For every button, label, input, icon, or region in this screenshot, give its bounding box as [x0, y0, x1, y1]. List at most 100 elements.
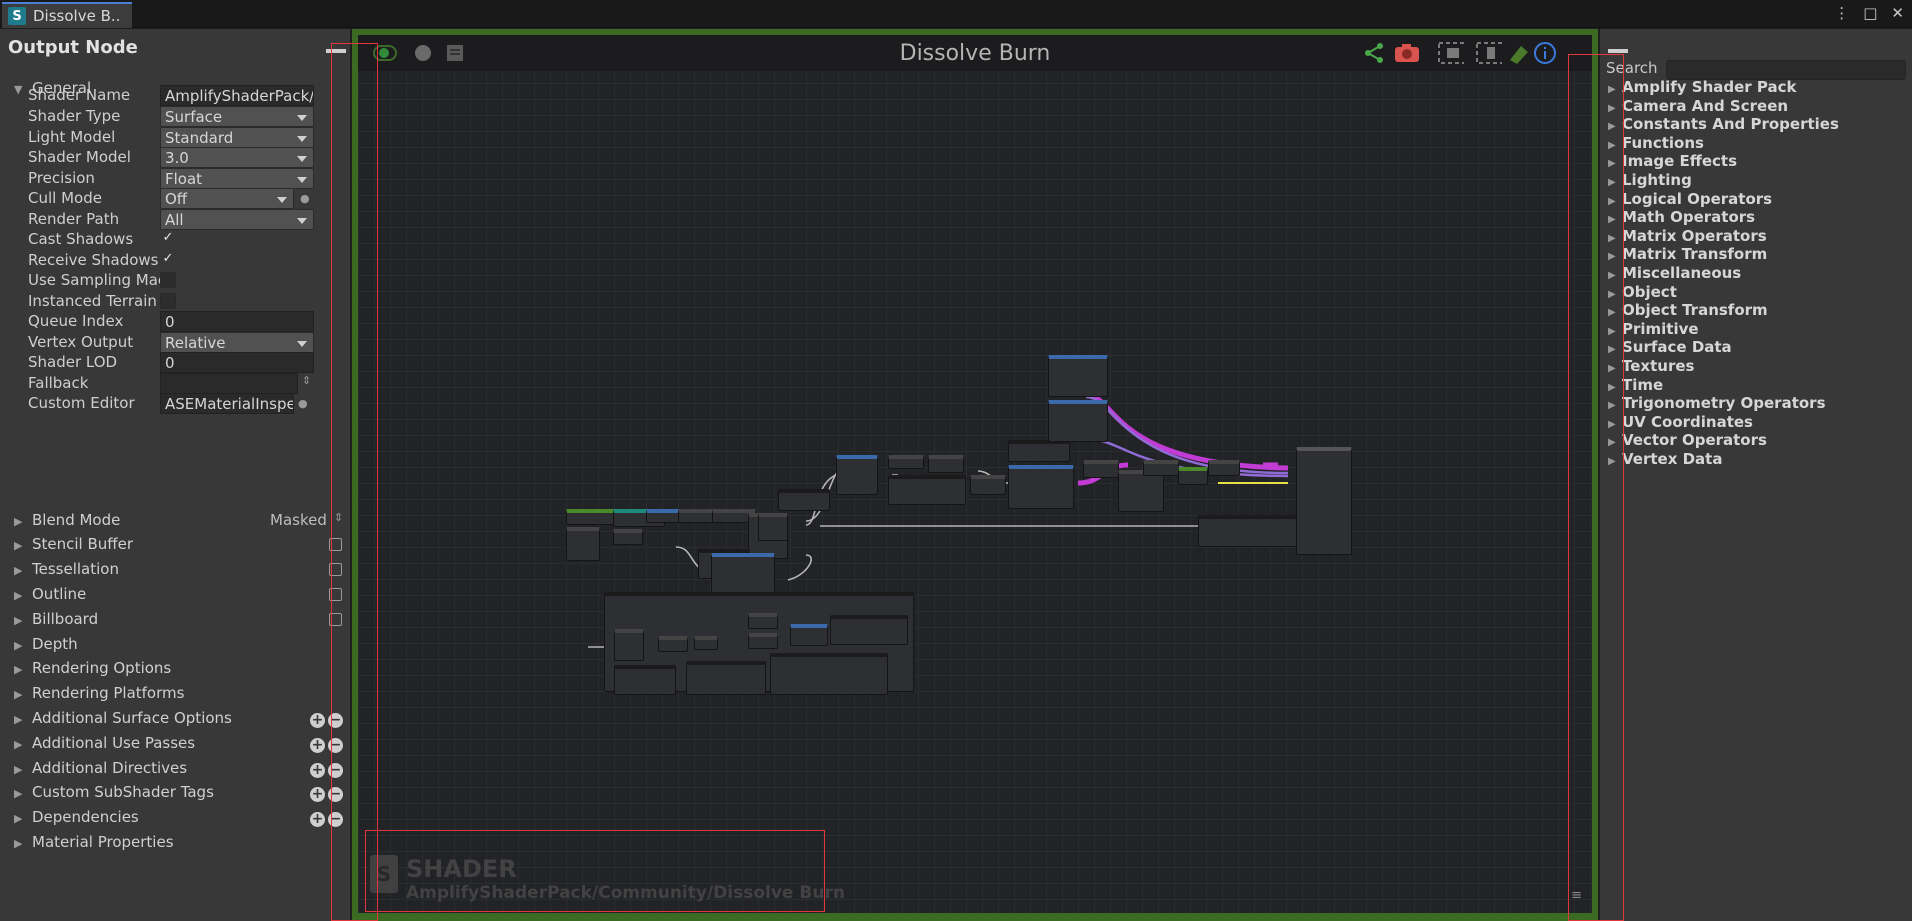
add-icon[interactable]: +: [310, 738, 325, 753]
add-icon[interactable]: +: [310, 812, 325, 827]
graph-node[interactable]: [1208, 460, 1240, 476]
graph-node[interactable]: [614, 629, 644, 661]
search-input[interactable]: [1666, 60, 1906, 80]
property-field[interactable]: ASEMaterialInspector: [160, 393, 294, 414]
property-field[interactable]: [160, 373, 298, 394]
foldout-billboard[interactable]: ▶ Billboard: [14, 610, 98, 628]
property-checkbox[interactable]: [160, 293, 176, 309]
collapse-palette-button[interactable]: [1608, 49, 1628, 53]
close-icon[interactable]: ✕: [1891, 4, 1904, 22]
property-checkbox[interactable]: ✓: [160, 231, 176, 247]
graph-node[interactable]: [778, 489, 830, 511]
blend-mode-value[interactable]: Masked: [270, 511, 327, 529]
remove-icon[interactable]: −: [328, 812, 343, 827]
palette-category[interactable]: ▶ Primitive: [1608, 320, 1699, 338]
graph-node[interactable]: [748, 633, 778, 649]
palette-category[interactable]: ▶ Miscellaneous: [1608, 264, 1741, 282]
graph-node[interactable]: [614, 665, 676, 695]
palette-category[interactable]: ▶ Lighting: [1608, 171, 1692, 189]
foldout-additional-directives[interactable]: ▶ Additional Directives: [14, 759, 187, 777]
palette-category[interactable]: ▶ UV Coordinates: [1608, 413, 1753, 431]
palette-category[interactable]: ▶ Image Effects: [1608, 152, 1737, 170]
graph-node[interactable]: [1048, 355, 1108, 397]
add-icon[interactable]: +: [310, 713, 325, 728]
graph-node[interactable]: [694, 636, 718, 650]
more-options-icon[interactable]: ⋮: [1834, 4, 1849, 22]
palette-category[interactable]: ▶ Camera And Screen: [1608, 97, 1788, 115]
property-field[interactable]: 0: [160, 311, 314, 332]
palette-category[interactable]: ▶ Surface Data: [1608, 338, 1732, 356]
graph-node[interactable]: [758, 513, 788, 541]
palette-category[interactable]: ▶ Amplify Shader Pack: [1608, 78, 1797, 96]
graph-node[interactable]: [1008, 440, 1070, 462]
remove-icon[interactable]: −: [328, 713, 343, 728]
palette-category[interactable]: ▶ Math Operators: [1608, 208, 1755, 226]
palette-category[interactable]: ▶ Logical Operators: [1608, 190, 1772, 208]
graph-node[interactable]: [1143, 460, 1179, 476]
palette-category[interactable]: ▶ Object: [1608, 283, 1677, 301]
graph-node[interactable]: [1178, 467, 1208, 485]
property-field[interactable]: AmplifyShaderPack/Com: [160, 85, 314, 106]
option-dot-icon[interactable]: ●: [298, 397, 308, 410]
section-toggle-checkbox[interactable]: [329, 538, 342, 551]
foldout-additional-use-passes[interactable]: ▶ Additional Use Passes: [14, 734, 195, 752]
foldout-rendering-platforms[interactable]: ▶ Rendering Platforms: [14, 684, 184, 702]
graph-node[interactable]: [830, 615, 908, 645]
graph-node[interactable]: [790, 624, 828, 646]
graph-node[interactable]: [1083, 460, 1119, 478]
sort-icon[interactable]: ⇕: [334, 511, 343, 524]
graph-node[interactable]: [658, 636, 688, 652]
palette-category[interactable]: ▶ Vector Operators: [1608, 431, 1767, 449]
foldout-custom-subshader-tags[interactable]: ▶ Custom SubShader Tags: [14, 783, 214, 801]
palette-category[interactable]: ▶ Matrix Transform: [1608, 245, 1767, 263]
editor-tab[interactable]: S Dissolve B..: [2, 2, 132, 28]
add-icon[interactable]: +: [310, 787, 325, 802]
foldout-dependencies[interactable]: ▶ Dependencies: [14, 808, 139, 826]
graph-canvas[interactable]: Dissolve Burn S SHADER AmplifyShaderPack…: [358, 35, 1592, 913]
graph-node[interactable]: [748, 613, 778, 629]
node-graph[interactable]: [358, 35, 1592, 913]
graph-node[interactable]: [970, 475, 1006, 495]
foldout-additional-surface-options[interactable]: ▶ Additional Surface Options: [14, 709, 232, 727]
graph-node[interactable]: [888, 455, 924, 469]
property-dropdown[interactable]: Float: [160, 168, 314, 189]
palette-category[interactable]: ▶ Constants And Properties: [1608, 115, 1839, 133]
property-dropdown[interactable]: Surface: [160, 106, 314, 127]
graph-node[interactable]: [836, 455, 878, 495]
foldout-depth[interactable]: ▶ Depth: [14, 635, 78, 653]
graph-node[interactable]: [566, 527, 600, 561]
property-field[interactable]: 0: [160, 352, 314, 373]
graph-node[interactable]: [1296, 447, 1352, 555]
section-toggle-checkbox[interactable]: [329, 563, 342, 576]
collapse-panel-button[interactable]: [326, 49, 346, 53]
option-dot-icon[interactable]: ●: [300, 192, 310, 205]
foldout-stencil-buffer[interactable]: ▶ Stencil Buffer: [14, 535, 133, 553]
graph-node[interactable]: [888, 475, 966, 505]
foldout-material-properties[interactable]: ▶ Material Properties: [14, 833, 174, 851]
palette-category[interactable]: ▶ Textures: [1608, 357, 1694, 375]
remove-icon[interactable]: −: [328, 763, 343, 778]
graph-node[interactable]: [1118, 470, 1164, 512]
property-checkbox[interactable]: [160, 272, 176, 288]
remove-icon[interactable]: −: [328, 787, 343, 802]
graph-node[interactable]: [1048, 400, 1108, 442]
property-dropdown[interactable]: Standard: [160, 127, 314, 148]
graph-node[interactable]: [928, 455, 964, 473]
palette-category[interactable]: ▶ Time: [1608, 376, 1663, 394]
foldout-outline[interactable]: ▶ Outline: [14, 585, 86, 603]
section-toggle-checkbox[interactable]: [329, 613, 342, 626]
section-toggle-checkbox[interactable]: [329, 588, 342, 601]
property-dropdown[interactable]: 3.0: [160, 147, 314, 168]
palette-category[interactable]: ▶ Matrix Operators: [1608, 227, 1767, 245]
add-icon[interactable]: +: [310, 763, 325, 778]
graph-node[interactable]: [1008, 465, 1074, 509]
palette-category[interactable]: ▶ Trigonometry Operators: [1608, 394, 1826, 412]
foldout-tessellation[interactable]: ▶ Tessellation: [14, 560, 119, 578]
sort-icon[interactable]: ⇕: [302, 374, 311, 387]
graph-node[interactable]: [613, 529, 643, 545]
maximize-icon[interactable]: □: [1863, 4, 1877, 22]
property-checkbox[interactable]: ✓: [160, 252, 176, 268]
property-dropdown[interactable]: Relative: [160, 332, 314, 353]
graph-node[interactable]: [770, 653, 888, 695]
property-dropdown[interactable]: All: [160, 209, 314, 230]
